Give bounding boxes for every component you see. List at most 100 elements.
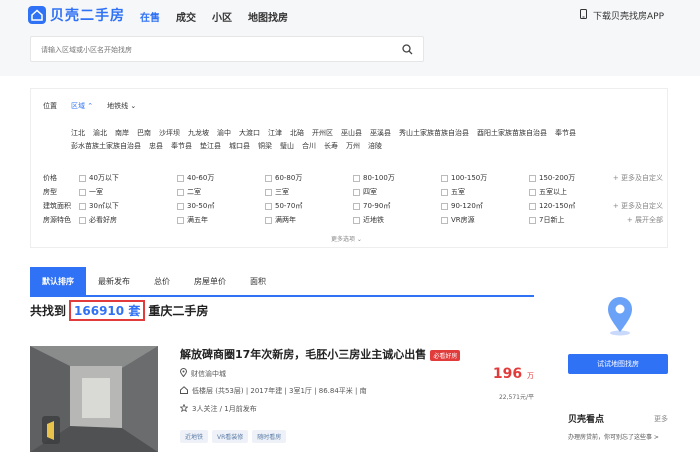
download-app-label: 下载贝壳找房APP [592,12,664,22]
tab-total-price[interactable]: 总价 [142,267,182,295]
district-link[interactable]: 北碚 [290,127,304,140]
kanpan-more-link[interactable]: 更多 [654,414,668,424]
sort-tabs: 默认排序 最新发布 总价 房屋单价 面积 [30,267,534,297]
listing-title[interactable]: 解放碑商圈17年次新房，毛胚小三房业主诚心出售 必看好房 [180,346,461,362]
district-link[interactable]: 奉节县 [171,140,192,153]
download-app-link[interactable]: 下载贝壳找房APP [579,9,664,22]
district-link[interactable]: 渝北 [93,127,107,140]
tag: 随时看房 [252,430,287,443]
filter-option[interactable]: 40-60万 [177,173,214,183]
district-link[interactable]: 大渡口 [239,127,260,140]
district-link[interactable]: 垫江县 [200,140,221,153]
result-count: 共找到 166910 套 重庆二手房 [30,300,208,321]
district-link[interactable]: 酉阳土家族苗族自治县 [477,127,547,140]
nav-item-zaishou[interactable]: 在售 [140,9,160,24]
nav-item-xiaoqu[interactable]: 小区 [212,9,232,24]
district-link[interactable]: 江北 [71,127,85,140]
district-link[interactable]: 九龙坡 [188,127,209,140]
tab-newest[interactable]: 最新发布 [86,267,142,295]
main-nav: 在售 成交 小区 地图找房 [140,9,288,24]
brand-name: 贝壳二手房 [50,8,125,24]
filter-option[interactable]: 满五年 [177,215,208,225]
search-box [30,36,424,62]
star-icon [179,403,189,414]
listing-info: 低楼层 (共53层) | 2017年建 | 3室1厅 | 86.84平米 | 南 [180,386,367,396]
filter-option[interactable]: VR房源 [441,215,475,225]
result-tail: 重庆二手房 [148,304,209,318]
filter-option[interactable]: 四室 [353,187,377,197]
tab-district[interactable]: 区域 ⌃ [71,101,93,111]
filter-row-price: 价格 40万以下 40-60万 60-80万 80-100万 100-150万 … [43,173,663,185]
filter-option[interactable]: 必看好房 [79,215,117,225]
district-link[interactable]: 长寿 [324,140,338,153]
filter-option[interactable]: 100-150万 [441,173,487,183]
position-tabs: 位置 区域 ⌃ 地铁线 ⌄ [43,101,136,111]
filter-extra-link[interactable]: + 展开全部 [627,215,663,225]
house-logo-icon [28,6,46,24]
district-link[interactable]: 彭水苗族土家族自治县 [71,140,141,153]
district-link[interactable]: 忠县 [149,140,163,153]
kanpan-article-link[interactable]: 办理房贷前，你可别忘了这些事 > [568,432,668,441]
result-number-box: 166910 套 [69,300,146,321]
district-link[interactable]: 城口县 [229,140,250,153]
filter-option[interactable]: 二室 [177,187,201,197]
filter-option[interactable]: 50-70㎡ [265,201,302,211]
district-link[interactable]: 万州 [346,140,360,153]
nav-item-chengjiao[interactable]: 成交 [176,9,196,24]
district-link[interactable]: 涪陵 [368,140,382,153]
filter-option[interactable]: 40万以下 [79,173,119,183]
position-label: 位置 [43,102,57,110]
filter-option[interactable]: 90-120㎡ [441,201,483,211]
filter-option[interactable]: 近地铁 [353,215,384,225]
more-options-link[interactable]: 更多选项 ⌄ [331,234,362,243]
filter-option[interactable]: 三室 [265,187,289,197]
filter-option[interactable]: 70-90㎡ [353,201,390,211]
district-link[interactable]: 巴南 [137,127,151,140]
filter-option[interactable]: 五室以上 [529,187,567,197]
district-link[interactable]: 巫山县 [341,127,362,140]
tab-subway[interactable]: 地铁线 ⌄ [107,101,136,111]
tab-default-sort[interactable]: 默认排序 [30,267,86,295]
filter-option[interactable]: 五室 [441,187,465,197]
district-link[interactable]: 铜梁 [258,140,272,153]
filter-extra-link[interactable]: + 更多及自定义 [613,173,663,183]
search-icon[interactable] [402,44,413,57]
filter-option[interactable]: 150-200万 [529,173,575,183]
filter-panel: 位置 区域 ⌃ 地铁线 ⌄ 江北 渝北 南岸 巴南 沙坪坝 九龙坡 渝中 大渡口 江津 北碚 开州区… [30,88,668,248]
district-link[interactable]: 奉节县 [555,127,576,140]
filter-extra-link[interactable]: + 更多及自定义 [613,201,663,211]
district-link[interactable]: 璧山 [280,140,294,153]
district-link[interactable]: 南岸 [115,127,129,140]
filter-option[interactable]: 30㎡以下 [79,201,119,211]
filter-option[interactable]: 80-100万 [353,173,395,183]
filter-label: 房源特色 [43,216,71,224]
tab-unit-price[interactable]: 房屋单价 [182,267,238,295]
listing-photo[interactable] [30,346,158,452]
map-search-button[interactable]: 试试地图找房 [568,354,668,374]
filter-option[interactable]: 7日新上 [529,215,564,225]
tag: 近地铁 [180,430,209,443]
district-link[interactable]: 开州区 [312,127,333,140]
filter-label: 建筑面积 [43,202,71,210]
district-link[interactable]: 沙坪坝 [159,127,180,140]
listing-location[interactable]: 财信渝中城 [179,368,226,379]
filter-option[interactable]: 满两年 [265,215,296,225]
district-list: 江北 渝北 南岸 巴南 沙坪坝 九龙坡 渝中 大渡口 江津 北碚 开州区 巫山县 巫溪县 秀山土家族苗族自… [71,127,661,153]
district-link[interactable]: 合川 [302,140,316,153]
logo[interactable]: 贝壳二手房 [28,5,125,25]
filter-option[interactable]: 一室 [79,187,103,197]
search-input[interactable] [41,43,381,57]
district-link[interactable]: 秀山土家族苗族自治县 [399,127,469,140]
filter-option[interactable]: 120-150㎡ [529,201,575,211]
district-link[interactable]: 渝中 [217,127,231,140]
listing-card[interactable]: 解放碑商圈17年次新房，毛胚小三房业主诚心出售 必看好房 财信渝中城 低楼层 (共… [30,344,534,454]
district-link[interactable]: 江津 [268,127,282,140]
filter-option[interactable]: 60-80万 [265,173,302,183]
nav-item-map[interactable]: 地图找房 [248,9,288,24]
unit-price: 22,571元/平 [498,394,534,401]
filter-option[interactable]: 30-50㎡ [177,201,214,211]
tab-area[interactable]: 面积 [238,267,278,295]
filter-row-rooms: 房型 一室 二室 三室 四室 五室 五室以上 [43,187,663,199]
map-pin-icon [606,296,634,338]
district-link[interactable]: 巫溪县 [370,127,391,140]
